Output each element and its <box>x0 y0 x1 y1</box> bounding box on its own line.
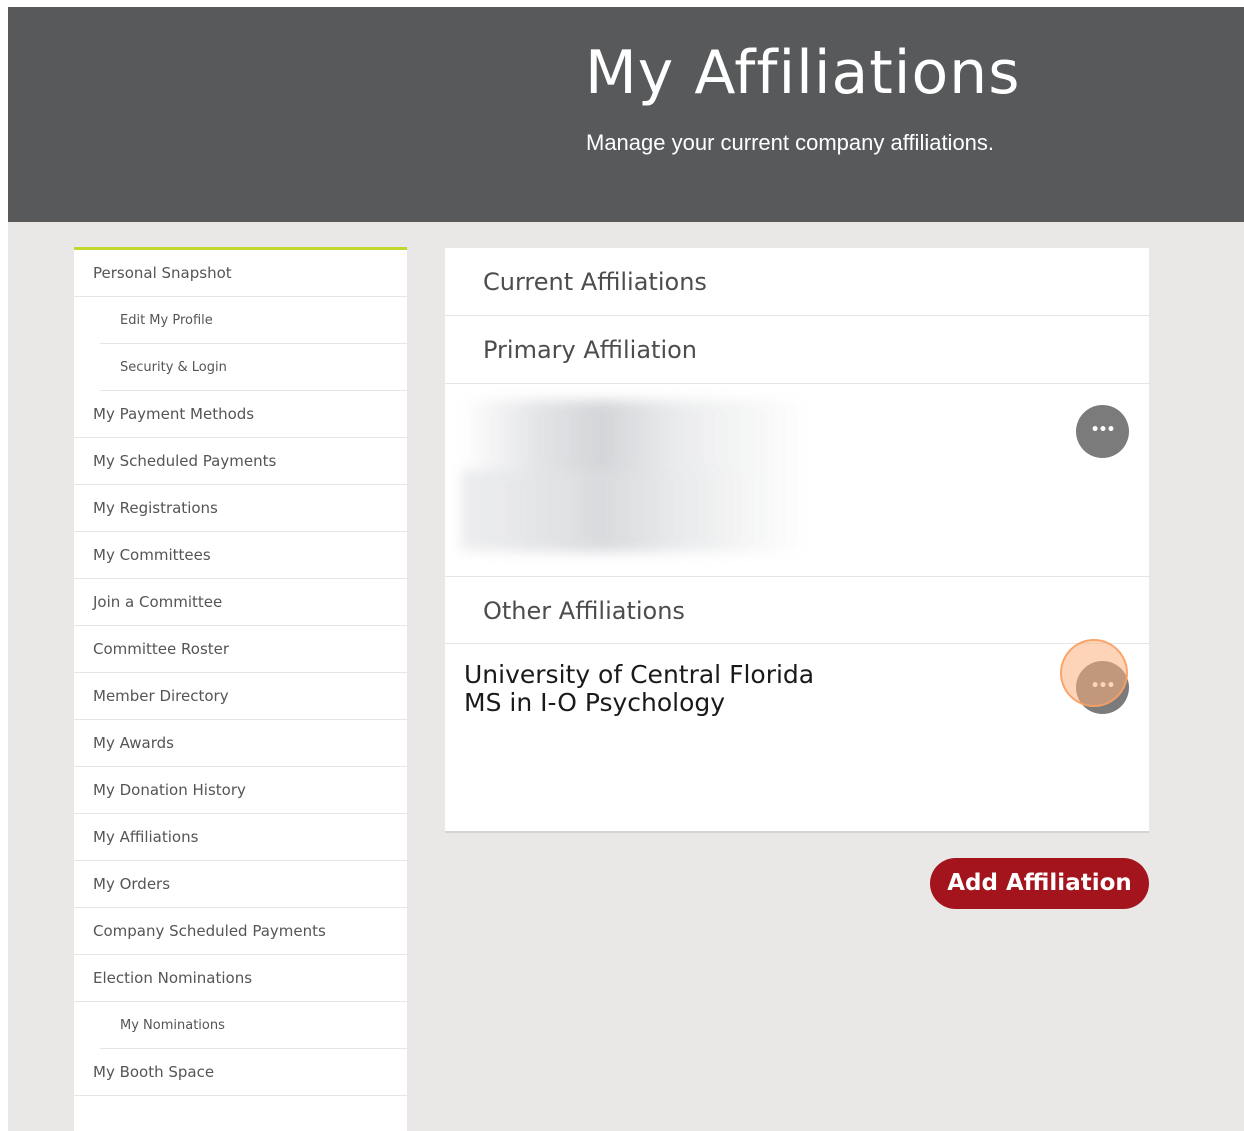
sidebar-item-committee-roster[interactable]: Committee Roster <box>74 626 407 673</box>
page-subtitle: Manage your current company affiliations… <box>586 130 995 155</box>
other-affiliations-header: Other Affiliations <box>445 576 1149 644</box>
sidebar-item-my-orders[interactable]: My Orders <box>74 861 407 908</box>
page-title: My Affiliations <box>585 38 1021 108</box>
sidebar-item-my-registrations[interactable]: My Registrations <box>74 485 407 532</box>
sidebar-item-my-nominations[interactable]: My Nominations <box>74 1002 407 1049</box>
page-frame: My Affiliations Manage your current comp… <box>8 7 1244 1131</box>
current-affiliations-header: Current Affiliations <box>445 248 1149 316</box>
sidebar-item-security-login[interactable]: Security & Login <box>74 344 407 391</box>
primary-affiliation-heading: Primary Affiliation <box>483 336 698 364</box>
sidebar-item-my-scheduled-payments[interactable]: My Scheduled Payments <box>74 438 407 485</box>
sidebar-item-my-affiliations[interactable]: My Affiliations <box>74 814 407 861</box>
affiliation-name: University of Central Florida <box>464 660 815 689</box>
sidebar-item-personal-snapshot[interactable]: Personal Snapshot <box>74 250 407 297</box>
sidebar-item-my-payment-methods[interactable]: My Payment Methods <box>74 391 407 438</box>
sidebar-item-my-booth-space[interactable]: My Booth Space <box>74 1049 407 1096</box>
other-affiliations-heading: Other Affiliations <box>483 597 685 625</box>
affiliations-panel: Current Affiliations Primary Affiliation… <box>445 248 1149 833</box>
current-affiliations-heading: Current Affiliations <box>483 268 707 296</box>
ellipsis-icon: ••• <box>1090 422 1116 438</box>
sidebar-item-my-committees[interactable]: My Committees <box>74 532 407 579</box>
redacted-primary-affiliation <box>461 400 811 552</box>
sidebar-item-my-donation-history[interactable]: My Donation History <box>74 767 407 814</box>
sidebar-item-edit-my-profile[interactable]: Edit My Profile <box>74 297 407 344</box>
page-header: My Affiliations Manage your current comp… <box>8 7 1244 222</box>
sidebar-item-join-a-committee[interactable]: Join a Committee <box>74 579 407 626</box>
sidebar-item-election-nominations[interactable]: Election Nominations <box>74 955 407 1002</box>
sidebar-item-my-awards[interactable]: My Awards <box>74 720 407 767</box>
primary-affiliation-more-button[interactable]: ••• <box>1076 405 1129 458</box>
add-affiliation-button[interactable]: Add Affiliation <box>930 858 1149 909</box>
sidebar-item-company-scheduled-payments[interactable]: Company Scheduled Payments <box>74 908 407 955</box>
ellipsis-icon: ••• <box>1090 678 1116 694</box>
other-affiliation-more-button[interactable]: ••• <box>1076 661 1129 714</box>
primary-affiliation-header: Primary Affiliation <box>445 316 1149 384</box>
affiliation-detail: MS in I-O Psychology <box>464 688 726 717</box>
sidebar-nav: Personal Snapshot Edit My Profile Securi… <box>74 247 407 1131</box>
sidebar-item-member-directory[interactable]: Member Directory <box>74 673 407 720</box>
other-affiliation-item: University of Central Florida MS in I-O … <box>464 661 814 717</box>
